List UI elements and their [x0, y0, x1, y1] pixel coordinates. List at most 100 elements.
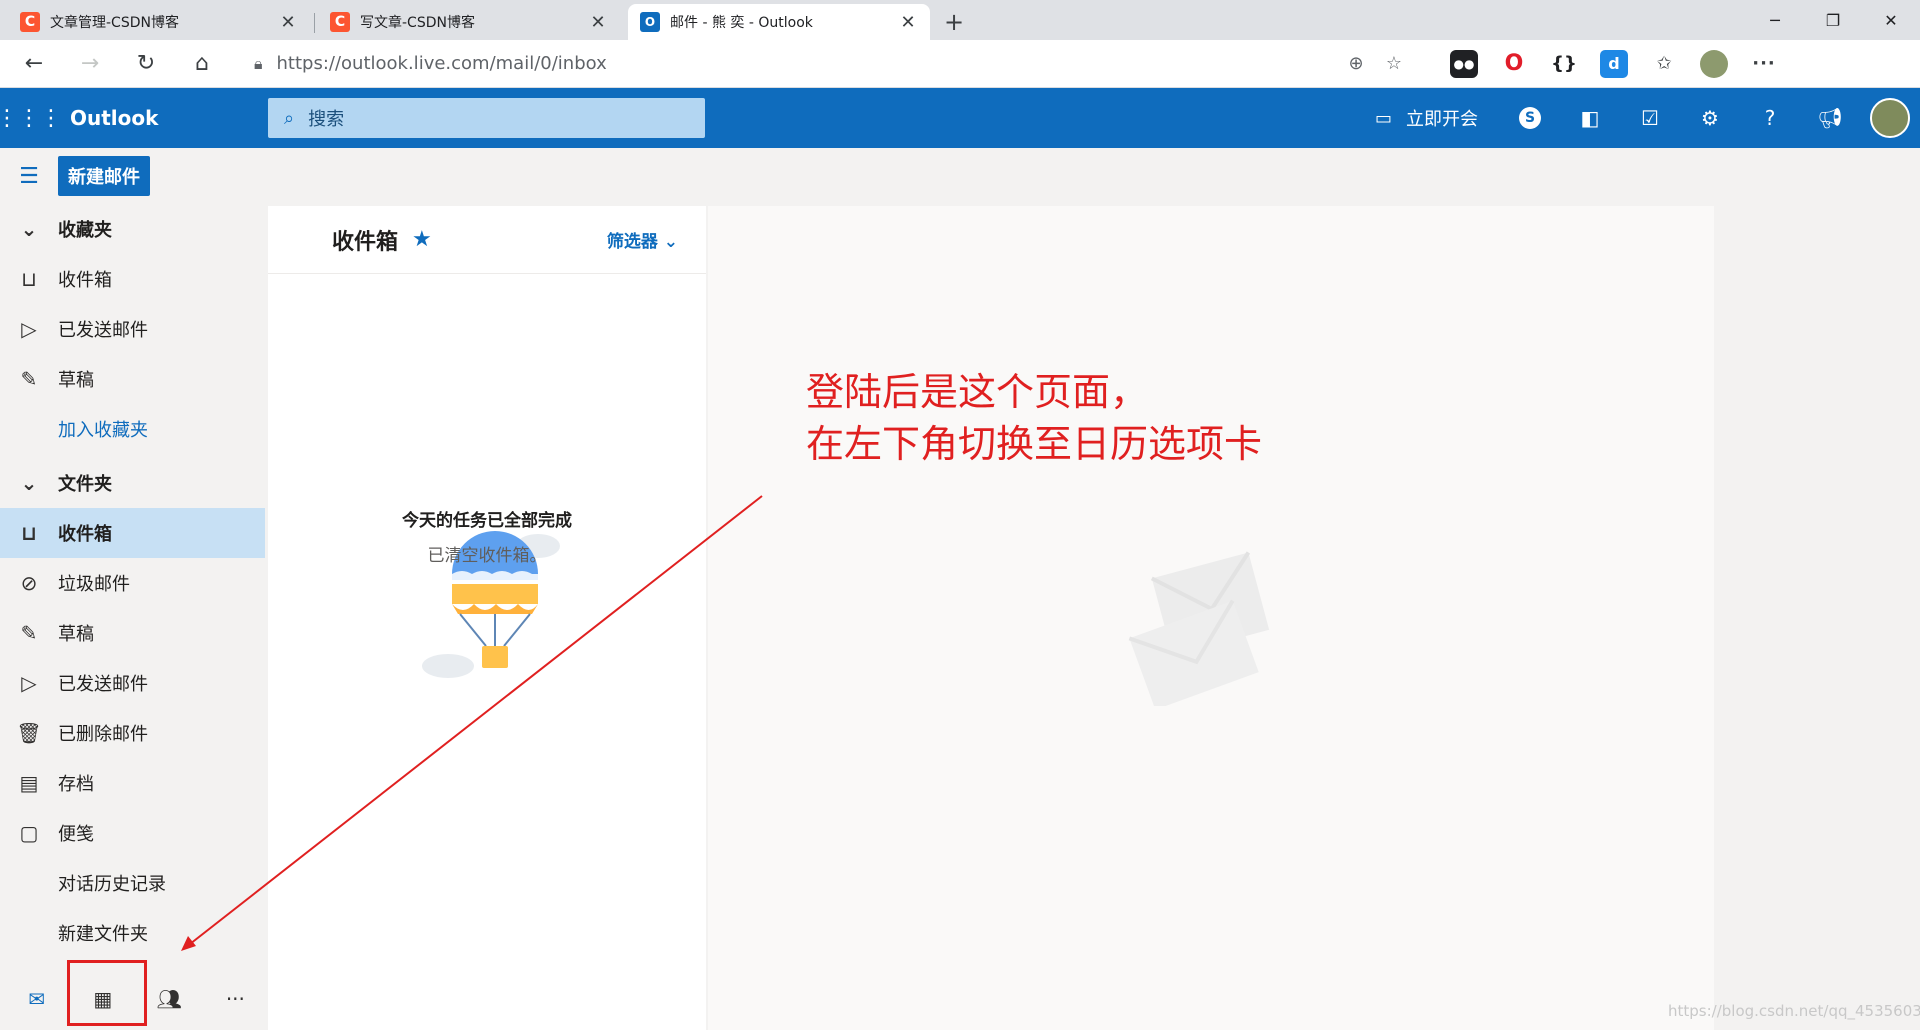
- folder-junk[interactable]: ⊘ 垃圾邮件: [0, 558, 265, 608]
- nav-label: 对话历史记录: [58, 874, 166, 895]
- add-favorite-link[interactable]: 加入收藏夹: [0, 404, 265, 454]
- home-icon[interactable]: ⌂: [180, 46, 224, 82]
- meet-now-button[interactable]: ▭ 立即开会: [1375, 105, 1478, 131]
- empty-state: 今天的任务已全部完成 已清空收件箱。: [268, 506, 706, 566]
- archive-icon: ▤: [19, 771, 39, 795]
- folder-notes[interactable]: ▢ 便笺: [0, 808, 265, 858]
- trash-icon: 🗑︎: [16, 721, 42, 745]
- url-field[interactable]: 🔒︎ https://outlook.live.com/mail/0/inbox…: [240, 45, 1420, 82]
- folders-header-label: 文件夹: [58, 474, 112, 495]
- close-tab-icon[interactable]: ✕: [898, 12, 918, 33]
- office-button[interactable]: ◧: [1560, 88, 1620, 148]
- annotation-line-1: 登陆后是这个页面，: [806, 370, 1149, 414]
- add-favorite-label: 加入收藏夹: [58, 420, 148, 441]
- help-button[interactable]: ?: [1740, 88, 1800, 148]
- outlook-header: ⋮⋮⋮ Outlook ⌕ 搜索 ▭ 立即开会 S ◧ ☑ ⚙ ? 📢︎: [0, 88, 1920, 148]
- favorite-inbox[interactable]: ⊔ 收件箱: [0, 254, 265, 304]
- new-tab-button[interactable]: +: [936, 4, 972, 40]
- favorite-star-icon[interactable]: ★: [412, 227, 432, 252]
- browser-tab-2[interactable]: C 写文章-CSDN博客 ✕: [318, 4, 620, 40]
- mail-icon[interactable]: ✉: [7, 974, 66, 1024]
- more-apps-icon[interactable]: ···: [206, 974, 265, 1024]
- browser-tab-1[interactable]: C 文章管理-CSDN博客 ✕: [8, 4, 315, 40]
- minimize-icon[interactable]: ─: [1746, 0, 1804, 40]
- list-title: 收件箱: [332, 229, 399, 255]
- skype-button[interactable]: S: [1500, 88, 1560, 148]
- pencil-icon: ✎: [20, 367, 38, 391]
- profile-avatar[interactable]: [1700, 49, 1728, 78]
- opera-extension-icon[interactable]: O: [1500, 50, 1528, 78]
- settings-button[interactable]: ⚙: [1680, 88, 1740, 148]
- folder-conversation-history[interactable]: 对话历史记录: [0, 858, 265, 908]
- people-icon[interactable]: 👥︎: [140, 974, 199, 1024]
- calendar-highlight-box: [67, 960, 147, 1026]
- folder-inbox[interactable]: ⊔ 收件箱: [0, 508, 265, 558]
- new-folder-link[interactable]: 新建文件夹: [0, 908, 265, 958]
- extensions-area: ●● O {} d ✩ ···: [1450, 49, 1778, 78]
- command-row: ☰ 新建邮件: [0, 148, 1920, 204]
- nav-label: 草稿: [58, 370, 94, 391]
- close-window-icon[interactable]: ✕: [1862, 0, 1920, 40]
- chevron-down-icon[interactable]: ⌄: [0, 471, 58, 495]
- more-menu-icon[interactable]: ···: [1750, 50, 1778, 78]
- restore-icon[interactable]: ❐: [1804, 0, 1862, 40]
- pencil-icon: ✎: [20, 621, 38, 645]
- close-tab-icon[interactable]: ✕: [588, 12, 608, 33]
- favorites-header[interactable]: ⌄ 收藏夹: [0, 204, 265, 254]
- address-bar-row: ← → ↻ ⌂ 🔒︎ https://outlook.live.com/mail…: [0, 40, 1920, 88]
- tab-title: 文章管理-CSDN博客: [50, 15, 179, 31]
- nav-label: 已发送邮件: [58, 320, 148, 341]
- csdn-favicon-icon: C: [330, 12, 350, 32]
- favorite-drafts[interactable]: ✎ 草稿: [0, 354, 265, 404]
- back-arrow-icon[interactable]: ←: [12, 46, 56, 82]
- nav-label: 已发送邮件: [58, 674, 148, 695]
- add-icon[interactable]: ⊕: [1344, 53, 1368, 74]
- header-actions: ▭ 立即开会 S ◧ ☑ ⚙ ? 📢︎: [1375, 88, 1920, 148]
- inbox-icon: ⊔: [21, 267, 37, 291]
- refresh-icon[interactable]: ↻: [124, 46, 168, 82]
- favorite-sent[interactable]: ▷ 已发送邮件: [0, 304, 265, 354]
- meet-now-label: 立即开会: [1406, 109, 1478, 130]
- folder-archive[interactable]: ▤ 存档: [0, 758, 265, 808]
- annotation-line-2: 在左下角切换至日历选项卡: [806, 422, 1263, 467]
- skype-icon: S: [1519, 107, 1541, 129]
- forward-arrow-icon[interactable]: →: [68, 46, 112, 82]
- folder-drafts[interactable]: ✎ 草稿: [0, 608, 265, 658]
- extension-1-icon[interactable]: ●●: [1450, 49, 1478, 78]
- close-tab-icon[interactable]: ✕: [278, 12, 298, 33]
- search-box[interactable]: ⌕ 搜索: [268, 98, 705, 138]
- url-text[interactable]: https://outlook.live.com/mail/0/inbox: [277, 53, 1330, 74]
- gear-icon: ⚙: [1701, 106, 1719, 130]
- favorites-icon[interactable]: ✩: [1650, 50, 1678, 78]
- folder-sent[interactable]: ▷ 已发送邮件: [0, 658, 265, 708]
- search-placeholder: 搜索: [308, 109, 345, 130]
- tab-title: 邮件 - 熊 奕 - Outlook: [670, 15, 813, 31]
- braces-extension-icon[interactable]: {}: [1550, 50, 1578, 78]
- chevron-down-icon[interactable]: ⌄: [0, 217, 58, 241]
- megaphone-icon: 📢︎: [1817, 106, 1843, 130]
- todo-button[interactable]: ☑: [1620, 88, 1680, 148]
- nav-label: 垃圾邮件: [58, 574, 130, 595]
- hamburger-menu-icon[interactable]: ☰: [0, 148, 58, 204]
- favorite-star-icon[interactable]: ☆: [1382, 53, 1406, 74]
- filter-button[interactable]: 筛选器 ⌄: [607, 227, 678, 252]
- empty-state-title: 今天的任务已全部完成: [402, 511, 572, 531]
- lock-icon[interactable]: 🔒︎: [254, 54, 263, 74]
- browser-tab-3[interactable]: O 邮件 - 熊 奕 - Outlook ✕: [628, 4, 930, 40]
- app-launcher-icon[interactable]: ⋮⋮⋮: [0, 88, 62, 148]
- account-avatar[interactable]: [1870, 98, 1910, 138]
- feedback-button[interactable]: 📢︎: [1800, 88, 1860, 148]
- folders-header[interactable]: ⌄ 文件夹: [0, 458, 265, 508]
- right-empty-strip: [1714, 148, 1920, 1030]
- nav-label: 新建文件夹: [58, 924, 148, 945]
- d-extension-icon[interactable]: d: [1600, 49, 1628, 78]
- nav-label: 草稿: [58, 624, 94, 645]
- folder-deleted[interactable]: 🗑︎ 已删除邮件: [0, 708, 265, 758]
- new-mail-button[interactable]: 新建邮件: [58, 156, 150, 196]
- office-icon: ◧: [1580, 106, 1600, 130]
- todo-icon: ☑: [1641, 106, 1659, 130]
- nav-label: 已删除邮件: [58, 724, 148, 745]
- outlook-brand[interactable]: Outlook: [70, 106, 268, 130]
- message-list-header: 收件箱 ★ 筛选器 ⌄: [268, 206, 706, 274]
- junk-icon: ⊘: [20, 571, 38, 595]
